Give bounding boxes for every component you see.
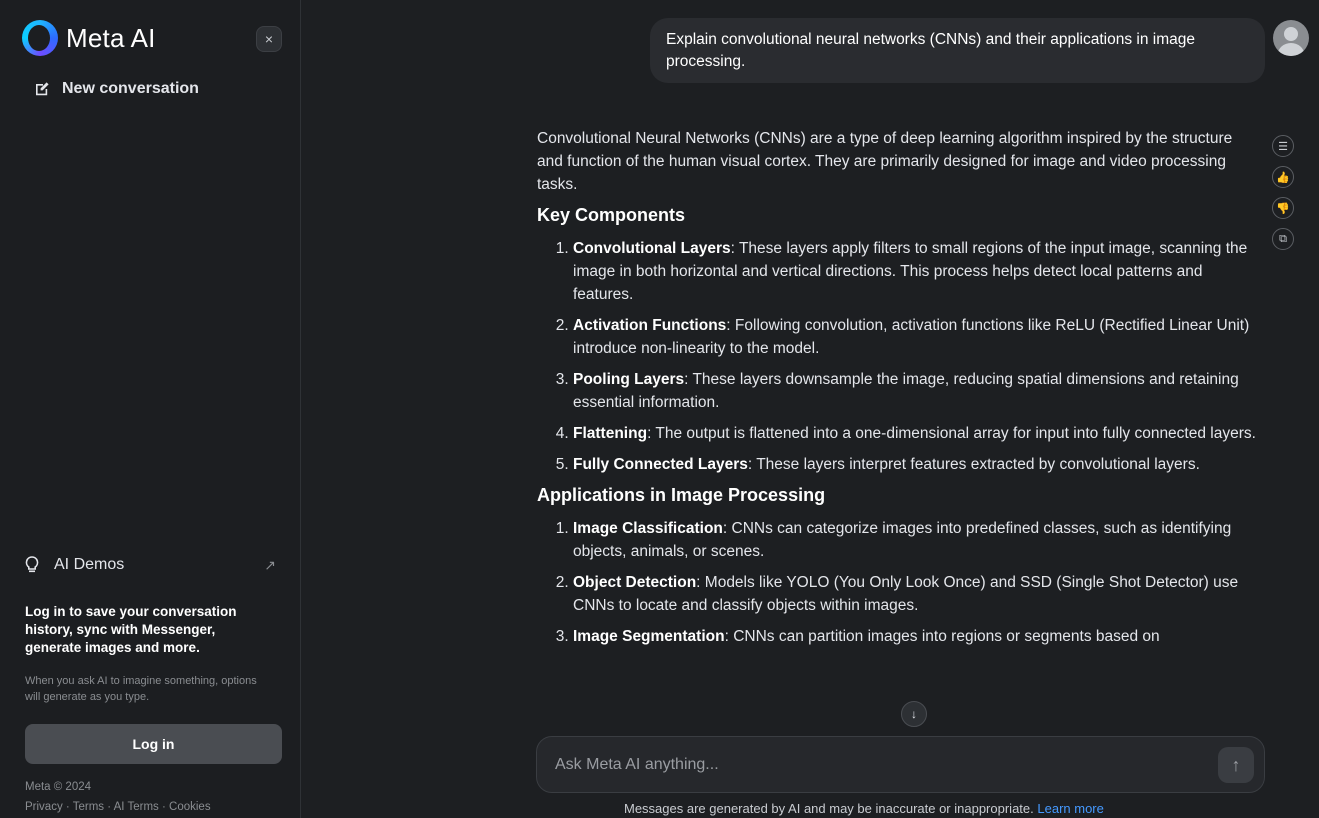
- sidebar: Meta AI × New conversation AI Demos ↗ Lo…: [0, 0, 301, 818]
- list-item: Pooling Layers: These layers downsample …: [573, 368, 1259, 414]
- list-item-term: Fully Connected Layers: [573, 456, 748, 473]
- user-message-bubble: Explain convolutional neural networks (C…: [650, 18, 1265, 83]
- ai-demos-link[interactable]: AI Demos ↗: [24, 556, 276, 574]
- login-button[interactable]: Log in: [25, 724, 282, 764]
- copyright: Meta © 2024: [25, 781, 92, 793]
- new-conversation-label: New conversation: [62, 80, 199, 97]
- list-item: Activation Functions: Following convolut…: [573, 314, 1259, 360]
- scroll-down-button[interactable]: ↓: [901, 701, 927, 727]
- tune-icon[interactable]: ☰: [1272, 135, 1294, 157]
- separator: ·: [62, 801, 73, 813]
- privacy-link[interactable]: Privacy: [25, 801, 63, 813]
- lightbulb-icon: [25, 556, 39, 573]
- send-button[interactable]: ↑: [1218, 747, 1254, 783]
- meta-ai-logo[interactable]: Meta AI: [22, 20, 156, 56]
- footer-links: Privacy · Terms · AI Terms · Cookies: [25, 801, 211, 813]
- list-item: Object Detection: Models like YOLO (You …: [573, 571, 1259, 617]
- disclaimer-text: Messages are generated by AI and may be …: [624, 801, 1034, 816]
- list-item-text: : CNNs can partition images into regions…: [724, 628, 1160, 645]
- thumbs-up-icon[interactable]: 👍: [1272, 166, 1294, 188]
- compose-icon: [36, 82, 49, 96]
- list-item: Image Segmentation: CNNs can partition i…: [573, 625, 1259, 648]
- cookies-link[interactable]: Cookies: [169, 801, 211, 813]
- list-item: Flattening: The output is flattened into…: [573, 422, 1259, 445]
- list-item-text: : The output is flattened into a one-dim…: [647, 425, 1256, 442]
- list-item-term: Activation Functions: [573, 317, 727, 334]
- copy-icon[interactable]: ⧉: [1272, 228, 1294, 250]
- close-sidebar-button[interactable]: ×: [256, 26, 282, 52]
- list-item: Image Classification: CNNs can categoriz…: [573, 517, 1259, 563]
- message-input[interactable]: [553, 751, 1193, 779]
- list-item-text: : These layers interpret features extrac…: [747, 456, 1200, 473]
- separator: ·: [104, 801, 114, 813]
- list-item-term: Object Detection: [573, 574, 697, 591]
- terms-link[interactable]: Terms: [73, 801, 104, 813]
- ai-terms-link[interactable]: AI Terms: [114, 801, 159, 813]
- section-heading-key-components: Key Components: [537, 205, 686, 225]
- login-prompt-subtext: When you ask AI to imagine something, op…: [25, 675, 257, 703]
- list-item: Convolutional Layers: These layers apply…: [573, 237, 1259, 306]
- list-item-term: Flattening: [573, 425, 648, 442]
- external-arrow-icon: ↗: [264, 556, 276, 573]
- brand-name: Meta AI: [66, 22, 156, 53]
- meta-ai-ring-icon: [22, 20, 58, 56]
- applications-list: Image Classification: CNNs can categoriz…: [537, 517, 1259, 648]
- list-item: Fully Connected Layers: These layers int…: [573, 453, 1259, 476]
- assistant-response: Convolutional Neural Networks (CNNs) are…: [537, 127, 1259, 656]
- response-actions: ☰ 👍 👎 ⧉: [1272, 135, 1294, 250]
- login-prompt-heading: Log in to save your conversation history…: [25, 604, 237, 655]
- thumbs-down-icon[interactable]: 👎: [1272, 197, 1294, 219]
- list-item-term: Image Classification: [573, 520, 723, 537]
- learn-more-link[interactable]: Learn more: [1037, 801, 1103, 816]
- disclaimer: Messages are generated by AI and may be …: [624, 801, 1104, 816]
- list-item-term: Convolutional Layers: [573, 240, 731, 257]
- response-intro: Convolutional Neural Networks (CNNs) are…: [537, 130, 1233, 193]
- new-conversation-button[interactable]: New conversation: [34, 80, 199, 98]
- ai-demos-label: AI Demos: [54, 556, 125, 573]
- separator: ·: [158, 801, 170, 813]
- list-item-term: Pooling Layers: [573, 371, 685, 388]
- section-heading-applications: Applications in Image Processing: [537, 485, 826, 505]
- user-avatar[interactable]: [1273, 20, 1309, 56]
- composer: ↑: [536, 736, 1265, 793]
- key-components-list: Convolutional Layers: These layers apply…: [537, 237, 1259, 476]
- list-item-term: Image Segmentation: [573, 628, 725, 645]
